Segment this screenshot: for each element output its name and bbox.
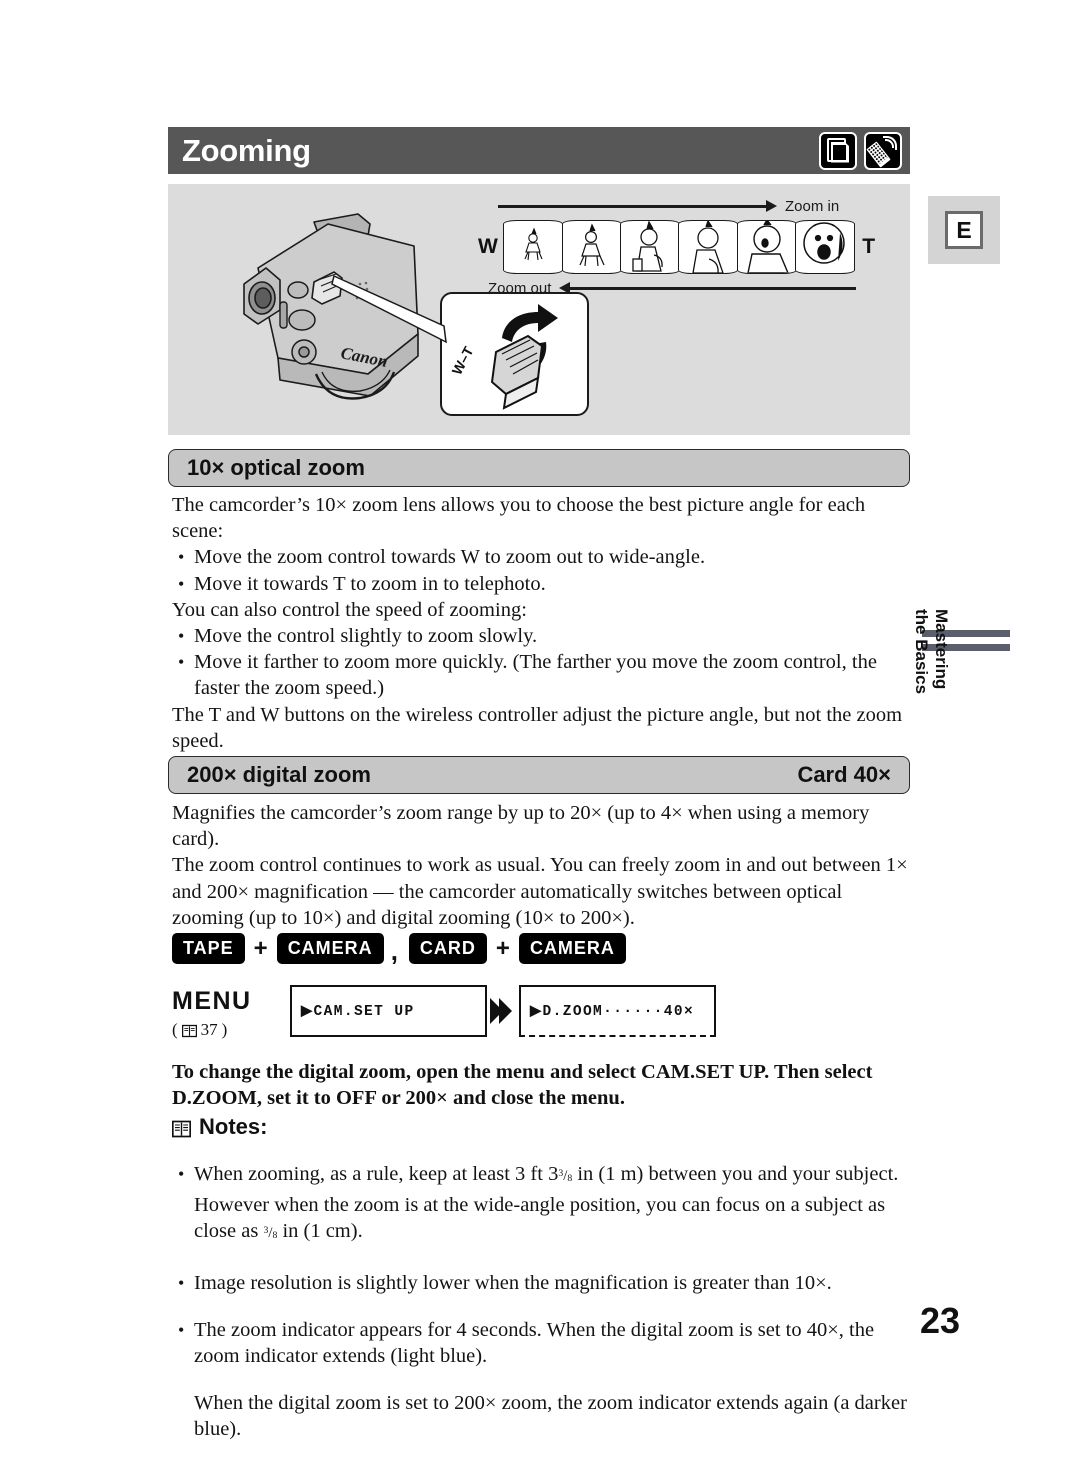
note-item-continued: When the digital zoom is set to 200× zoo… xyxy=(194,1391,907,1440)
menu-step-1[interactable]: ▶CAM.SET UP xyxy=(290,985,487,1037)
section-body-optical-zoom: The camcorder’s 10× zoom lens allows you… xyxy=(172,492,912,754)
zoom-lever-callout: W–T xyxy=(440,292,589,416)
tele-label: T xyxy=(862,235,876,258)
bullet-item: Move the zoom control towards W to zoom … xyxy=(172,544,912,570)
zoom-frame xyxy=(795,220,856,274)
paragraph: The zoom control continues to work as us… xyxy=(172,854,908,929)
reference-page-number: 37 xyxy=(200,1020,218,1039)
menu-step-2[interactable]: ▶D.ZOOM······40× xyxy=(519,985,716,1037)
chapter-line-1: Mastering xyxy=(932,609,951,690)
wide-label: W xyxy=(478,235,498,258)
badge-separator: , xyxy=(390,936,398,966)
badge-camera-2: CAMERA xyxy=(518,933,626,964)
zoom-range-diagram: Zoom in W T Zoom out xyxy=(468,192,888,302)
zoom-in-arrowhead xyxy=(766,200,777,212)
zoom-in-arrow-row: Zoom in xyxy=(498,196,858,216)
notes-list: When zooming, as a rule, keep at least 3… xyxy=(172,1140,914,1463)
note-item: When zooming, as a rule, keep at least 3… xyxy=(172,1161,914,1250)
title-icon-group xyxy=(819,131,910,170)
chevron-right-icon xyxy=(499,998,512,1024)
memory-card-icon xyxy=(819,131,857,170)
paragraph: The T and W buttons on the wireless cont… xyxy=(172,703,903,752)
plus-sign: + xyxy=(495,934,510,962)
menu-label-group: MENU ( 37 ) xyxy=(172,985,290,1040)
chapter-side-tab: Mastering the Basics xyxy=(900,609,1010,810)
section-heading-optical-zoom: 10× optical zoom xyxy=(168,449,910,487)
zoom-in-label: Zoom in xyxy=(785,197,840,215)
section-heading-digital-zoom: 200× digital zoom Card 40× xyxy=(168,756,910,794)
zoom-frames-row: W T xyxy=(478,220,875,274)
section-heading-badge: Card 40× xyxy=(797,762,891,787)
note-text-part: in (1 cm). xyxy=(277,1220,363,1243)
zoom-frame xyxy=(736,220,797,274)
paragraph: The camcorder’s 10× zoom lens allows you… xyxy=(172,494,866,543)
zoom-frame xyxy=(620,220,681,274)
illustration-panel: Canon W–T Zoom in W T Zoom out xyxy=(168,184,910,435)
zoom-lever-label: W–T xyxy=(449,343,477,377)
notes-heading: Notes: xyxy=(171,1114,268,1140)
menu-label: MENU xyxy=(172,987,252,1015)
paragraph: Magnifies the camcorder’s zoom range by … xyxy=(172,802,870,851)
section-heading-label: 10× optical zoom xyxy=(187,455,365,480)
page-title-bar: Zooming xyxy=(168,127,910,174)
zoom-frame xyxy=(503,220,564,274)
book-icon xyxy=(171,1118,192,1138)
zoom-out-arrowhead xyxy=(559,282,571,294)
bullet-item: Move it farther to zoom more quickly. (T… xyxy=(172,649,912,701)
language-tab: E xyxy=(928,196,1000,264)
badge-tape: TAPE xyxy=(172,933,245,964)
camcorder-illustration: Canon xyxy=(218,206,478,421)
badge-camera-1: CAMERA xyxy=(276,933,384,964)
notes-heading-label: Notes: xyxy=(199,1114,268,1139)
paragraph: You can also control the speed of zoomin… xyxy=(172,598,527,621)
paren-open: ( xyxy=(172,1020,178,1039)
badge-card: CARD xyxy=(408,933,487,964)
paren-close: ) xyxy=(221,1020,228,1039)
manual-page: Zooming Canon W–T Zoom in W T Zoom out E… xyxy=(0,0,1080,1443)
note-item: The zoom indicator appears for 4 seconds… xyxy=(172,1317,914,1369)
menu-page-reference: ( 37 ) xyxy=(172,1020,290,1040)
book-icon xyxy=(181,1023,197,1038)
wireless-remote-icon xyxy=(864,131,902,170)
zoom-out-arrow-row: Zoom out xyxy=(488,278,868,298)
plus-sign: + xyxy=(253,934,268,962)
bullet-item: Move it towards T to zoom in to telephot… xyxy=(172,571,912,597)
chapter-side-tab-text: Mastering the Basics xyxy=(911,609,951,739)
menu-next-arrow xyxy=(487,985,519,1037)
note-text-part: When zooming, as a rule, keep at least 3… xyxy=(194,1162,559,1185)
page-number: 23 xyxy=(920,1300,961,1341)
zoom-frame xyxy=(561,220,622,274)
mode-badge-row: TAPE + CAMERA , CARD + CAMERA xyxy=(172,933,626,964)
page-title: Zooming xyxy=(182,133,311,168)
chapter-line-2: the Basics xyxy=(911,609,931,695)
section-heading-label: 200× digital zoom xyxy=(187,762,371,787)
bullet-item: Move the control slightly to zoom slowly… xyxy=(172,623,912,649)
zoom-frame xyxy=(678,220,739,274)
zoom-out-label: Zoom out xyxy=(488,279,552,297)
menu-path-row: MENU ( 37 ) ▶CAM.SET UP ▶D.ZOOM······40× xyxy=(172,985,716,1040)
instruction-text: To change the digital zoom, open the men… xyxy=(172,1061,873,1109)
section-body-digital-zoom: Magnifies the camcorder’s zoom range by … xyxy=(172,800,912,931)
language-tab-letter: E xyxy=(945,211,983,249)
note-item: Image resolution is slightly lower when … xyxy=(172,1270,914,1296)
